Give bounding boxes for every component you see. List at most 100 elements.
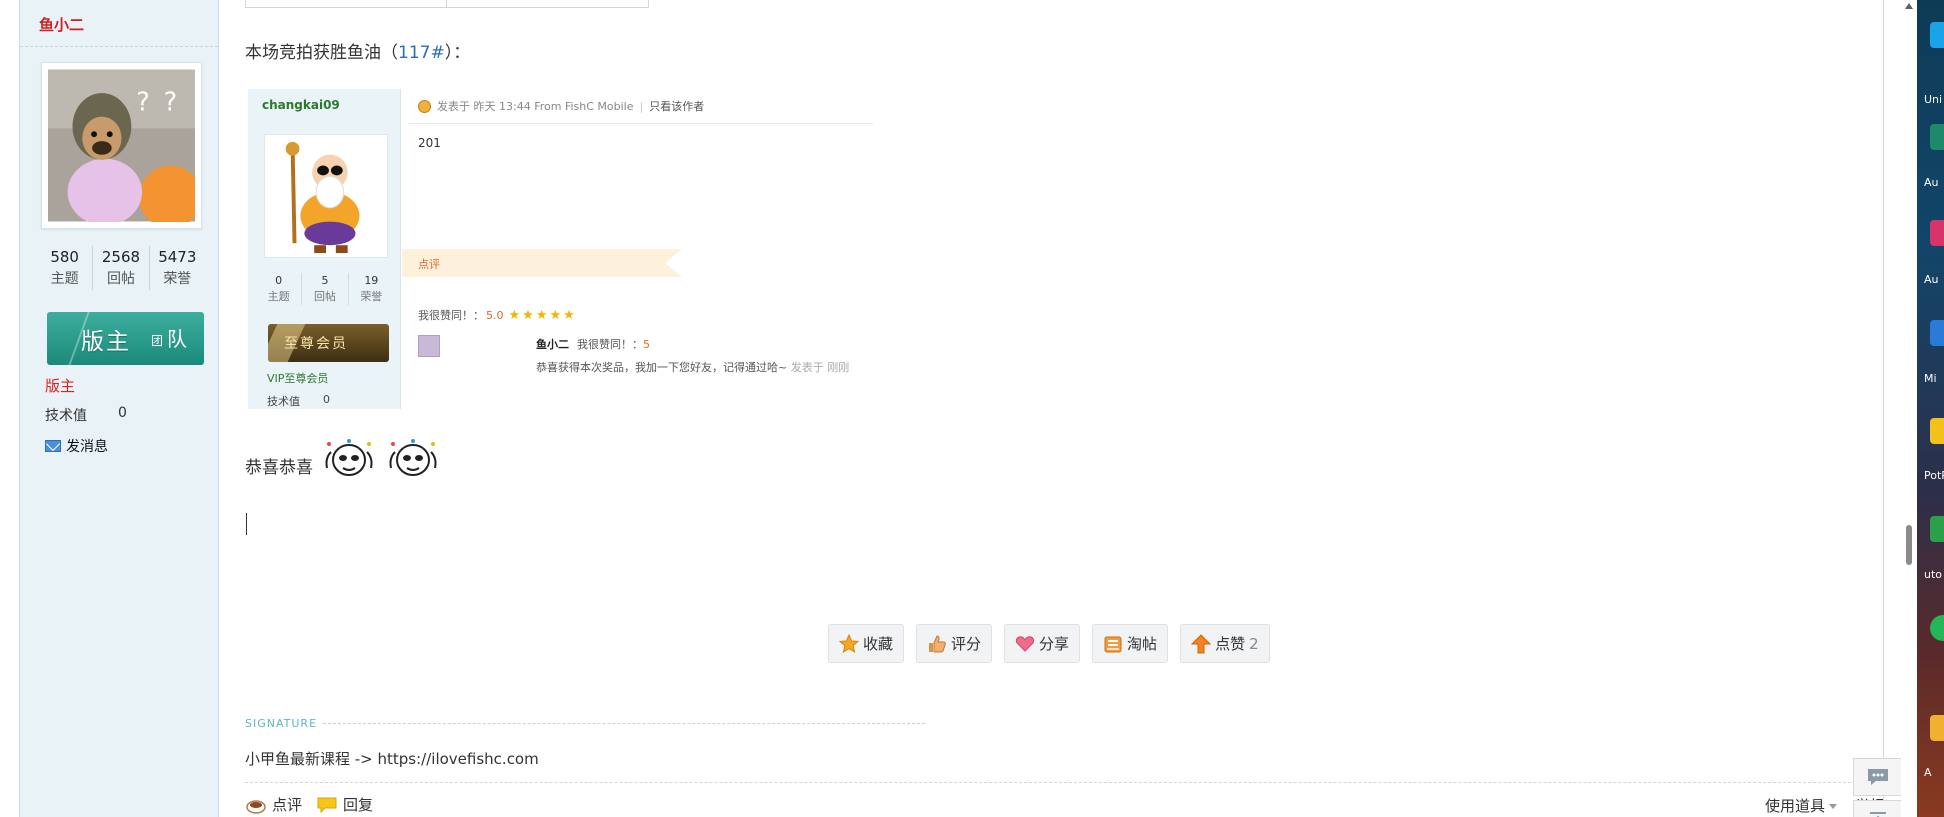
embed-stat-label: 荣誉 (360, 290, 383, 303)
pug-avatar-image: ? ? (48, 69, 195, 222)
send-message-link[interactable]: 发消息 (45, 436, 108, 456)
desktop-icon-tile[interactable] (1930, 418, 1944, 444)
signature-divider (323, 723, 925, 724)
star-icon: ★ (522, 307, 534, 323)
like-button[interactable]: 点赞 2 (1180, 624, 1270, 663)
vip-badge-text: 至尊会员 (284, 336, 348, 352)
desktop-icon-tile[interactable] (1930, 320, 1944, 346)
author-role[interactable]: 版主 (45, 375, 75, 396)
rate-label: 评分 (951, 635, 982, 653)
svg-text:?: ? (164, 88, 178, 118)
congrats-text: 恭喜恭喜 (245, 458, 313, 478)
reply-button[interactable]: 回复 (316, 794, 373, 815)
embed-avatar (264, 134, 388, 258)
desktop-background: Uni Au Au Mi PotP uto A (1917, 0, 1944, 817)
text-caret (246, 513, 247, 535)
stat-label: 回帖 (106, 271, 135, 287)
desktop-icon-tile[interactable] (1930, 22, 1944, 48)
embed-rater-text: 恭喜获得本次奖品，我加一下您好友，记得通过哈~ (536, 361, 788, 374)
comment-label: 点评 (272, 796, 303, 814)
author-sidebar: 鱼小二 ? ? 580 主题 2568 回帖 5473 荣誉 版主 团 队 版主… (19, 0, 219, 817)
badge-text-end: 队 (167, 327, 187, 351)
collect-thread-button[interactable]: 淘帖 (1092, 624, 1169, 663)
post-body: 本场竞拍获胜鱼油（117#）： changkai09 0 主题 5 回帖 19 … (221, 0, 1885, 817)
signature-header: SIGNATURE (245, 717, 925, 730)
desktop-icon-tile[interactable] (1930, 124, 1944, 150)
scroll-thumb[interactable] (1906, 525, 1912, 565)
skill-value: 0 (118, 405, 127, 421)
embed-skill-label: 技术值 (267, 395, 300, 408)
vertical-scrollbar[interactable] (1901, 0, 1917, 817)
like-label: 点赞 (1215, 635, 1246, 653)
archive-tray-icon (1103, 634, 1123, 654)
embed-stat: 0 主题 (256, 273, 303, 305)
mail-icon (45, 440, 61, 452)
signature-label: SIGNATURE (245, 717, 318, 730)
post-actions: 收藏 评分 分享 淘帖 点赞 2 (828, 624, 1270, 663)
send-message-label: 发消息 (66, 439, 108, 455)
use-tools-dropdown[interactable]: 使用道具 (1765, 795, 1837, 816)
embed-comment-tab: 点评 (402, 249, 682, 277)
stat-value: 2568 (101, 248, 141, 266)
quick-reply-float-button[interactable] (1853, 758, 1903, 796)
embed-post-meta: 发表于 昨天 13:44 From FishC Mobile | 只看该作者 (418, 98, 704, 114)
cheer-emoji-icon (325, 439, 373, 476)
scroll-up-arrow-icon[interactable] (1905, 3, 1913, 9)
stat-topics[interactable]: 580 主题 (37, 246, 94, 290)
desktop-icon-tile[interactable] (1930, 516, 1944, 542)
medal-icon (418, 99, 431, 113)
author-avatar[interactable]: ? ? (41, 62, 202, 229)
embed-skill: 技术值 0 (267, 393, 330, 409)
star-icon: ★ (563, 307, 575, 323)
comment-button[interactable]: 点评 (245, 794, 302, 815)
reply-label: 回复 (343, 796, 374, 814)
back-to-top-icon (1870, 812, 1886, 817)
embed-vip-label: VIP至尊会员 (267, 372, 329, 385)
stat-label: 主题 (50, 271, 79, 287)
badge-text-small: 团 (151, 334, 164, 348)
speech-bubble-icon (317, 797, 337, 813)
like-count: 2 (1249, 634, 1259, 653)
author-username[interactable]: 鱼小二 (39, 14, 84, 35)
previous-table-edge (245, 0, 649, 8)
star-icon (839, 633, 859, 654)
desktop-icon-tile[interactable] (1930, 615, 1944, 641)
desktop-icon-label: Au (1924, 176, 1939, 189)
back-to-top-float-button[interactable] (1853, 800, 1903, 817)
stat-honor[interactable]: 5473 荣誉 (150, 246, 205, 290)
embed-rater-name: 鱼小二 (536, 338, 569, 351)
svg-text:?: ? (136, 88, 150, 118)
post-footer-left: 点评 回复 (245, 794, 373, 815)
meta-separator: | (639, 99, 644, 113)
favorite-button[interactable]: 收藏 (828, 624, 905, 663)
signature-text[interactable]: 小甲鱼最新课程 -> https://ilovefishc.com (245, 748, 539, 769)
sidebar-divider (20, 46, 218, 47)
chevron-down-icon (1828, 804, 1837, 809)
desktop-icon-label: Uni (1924, 93, 1943, 106)
desktop-icon-label: Au (1924, 273, 1939, 286)
embed-divider (408, 123, 873, 124)
stat-replies[interactable]: 2568 回帖 (93, 246, 150, 290)
desktop-icon-label: uto (1924, 568, 1943, 581)
desktop-icon-label: A (1924, 766, 1932, 779)
stat-value: 580 (50, 248, 79, 266)
stat-label: 荣誉 (163, 271, 192, 287)
embed-rater-time: 发表于 刚刚 (790, 361, 850, 374)
star-icon: ★ (535, 307, 548, 323)
embed-stat-label: 回帖 (313, 290, 336, 303)
author-skill: 技术值 0 (45, 405, 127, 425)
congrats-line: 恭喜恭喜 (245, 438, 441, 478)
embed-stat: 19 荣誉 (349, 273, 394, 305)
stat-value: 5473 (158, 248, 197, 266)
collect-thread-label: 淘帖 (1127, 635, 1158, 653)
floor-link[interactable]: 117# (398, 43, 445, 63)
embed-rater-score: 5 (643, 338, 650, 351)
cheer-emoji-icon (389, 439, 437, 476)
share-button[interactable]: 分享 (1004, 624, 1081, 663)
desktop-icon-tile[interactable] (1930, 220, 1944, 246)
embed-skill-value: 0 (323, 393, 330, 406)
desktop-icon-tile[interactable] (1930, 715, 1944, 741)
embed-rater-label: 我很赞同！： (577, 338, 643, 351)
embed-vip-badge: 至尊会员 (268, 324, 389, 362)
rate-button[interactable]: 评分 (916, 624, 993, 663)
